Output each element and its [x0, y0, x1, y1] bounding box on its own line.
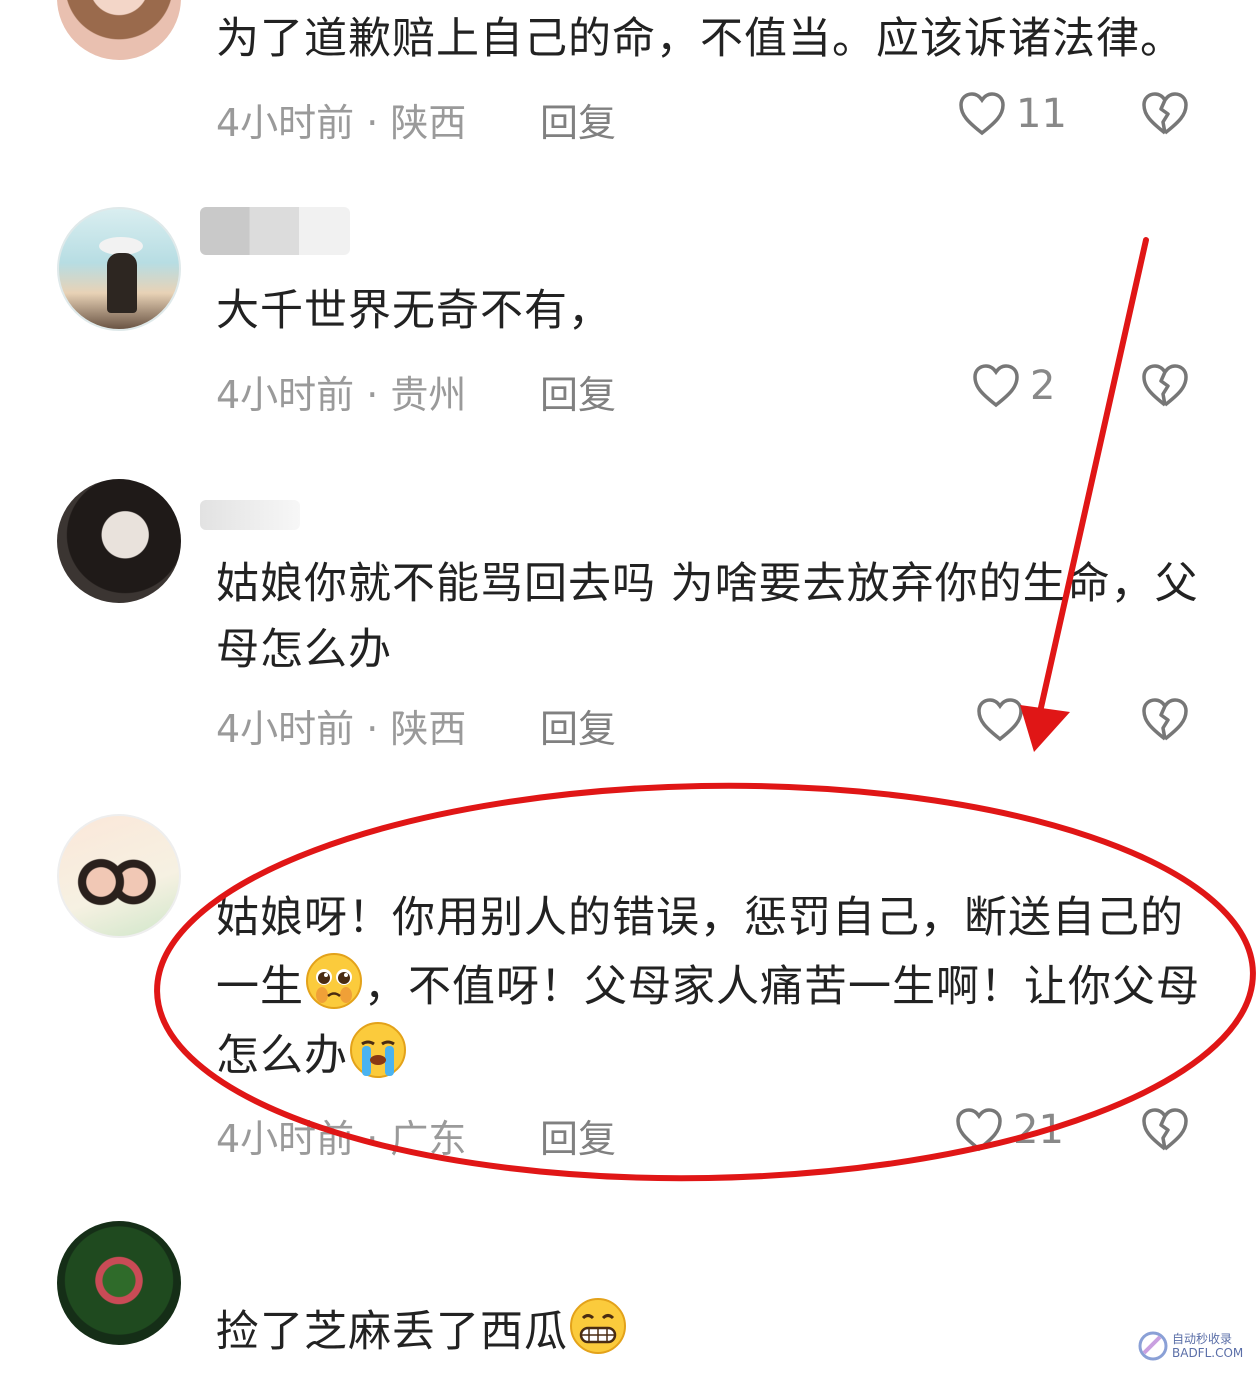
- like-button[interactable]: [976, 697, 1034, 743]
- heart-outline-icon: [973, 364, 1019, 408]
- comment-time-location: 4小时前 · 广东: [216, 1117, 467, 1161]
- comment-text: 为了道歉赔上自己的命，不值当。应该诉诸法律。: [216, 14, 1184, 64]
- loudly-crying-face-emoji: [350, 1022, 406, 1078]
- avatar[interactable]: [57, 814, 181, 938]
- like-count: 21: [1013, 1107, 1064, 1153]
- heart-outline-icon: [959, 92, 1005, 136]
- reply-button[interactable]: 回复: [540, 92, 616, 147]
- comment-text-body: 捡了芝麻丢了西瓜: [216, 1307, 568, 1357]
- comment-time-location: 4小时前 · 贵州: [216, 373, 467, 417]
- avatar[interactable]: [57, 479, 181, 603]
- comment-time-location: 4小时前 · 陕西: [216, 101, 467, 145]
- comment-text: 捡了芝麻丢了西瓜: [216, 1296, 1206, 1365]
- reply-button[interactable]: 回复: [540, 698, 616, 753]
- watermark-line1: 自动秒收录: [1172, 1332, 1233, 1346]
- heart-outline-icon: [977, 698, 1023, 742]
- broken-heart-icon[interactable]: [1141, 697, 1189, 743]
- like-count: 2: [1030, 363, 1056, 409]
- username-blurred[interactable]: [200, 500, 300, 530]
- avatar[interactable]: [57, 0, 181, 60]
- username-blurred[interactable]: [200, 207, 350, 255]
- reply-button[interactable]: 回复: [540, 1108, 616, 1163]
- comment-time-location: 4小时前 · 陕西: [216, 707, 467, 751]
- comment-text: 大千世界无奇不有，: [216, 286, 612, 336]
- like-count: 11: [1016, 91, 1067, 137]
- comment-text: 姑娘呀！你用别人的错误，惩罚自己，断送自己的一生 ，不值呀！父母家人痛苦一生啊！让…: [216, 885, 1216, 1089]
- avatar[interactable]: [57, 1221, 181, 1345]
- watermark: 自动秒收录 BADFL.COM: [1138, 1328, 1248, 1364]
- pleading-face-emoji: [306, 953, 362, 1009]
- broken-heart-icon[interactable]: [1141, 91, 1189, 137]
- avatar[interactable]: [57, 207, 181, 331]
- like-button[interactable]: 2: [972, 363, 1055, 409]
- comment-text: 姑娘你就不能骂回去吗 为啥要去放弃你的生命，父母怎么办: [216, 559, 1199, 675]
- like-button[interactable]: 11: [958, 91, 1067, 137]
- broken-heart-icon[interactable]: [1141, 1107, 1189, 1153]
- watermark-line2: BADFL.COM: [1172, 1346, 1244, 1360]
- annotation-overlay: [154, 237, 1256, 1182]
- grinning-face-emoji: [570, 1298, 626, 1354]
- heart-outline-icon: [956, 1108, 1002, 1152]
- reply-button[interactable]: 回复: [540, 364, 616, 419]
- broken-heart-icon[interactable]: [1141, 363, 1189, 409]
- watermark-logo-icon: [1138, 1331, 1168, 1361]
- like-button[interactable]: 21: [955, 1107, 1064, 1153]
- watermark-text: 自动秒收录 BADFL.COM: [1172, 1332, 1243, 1360]
